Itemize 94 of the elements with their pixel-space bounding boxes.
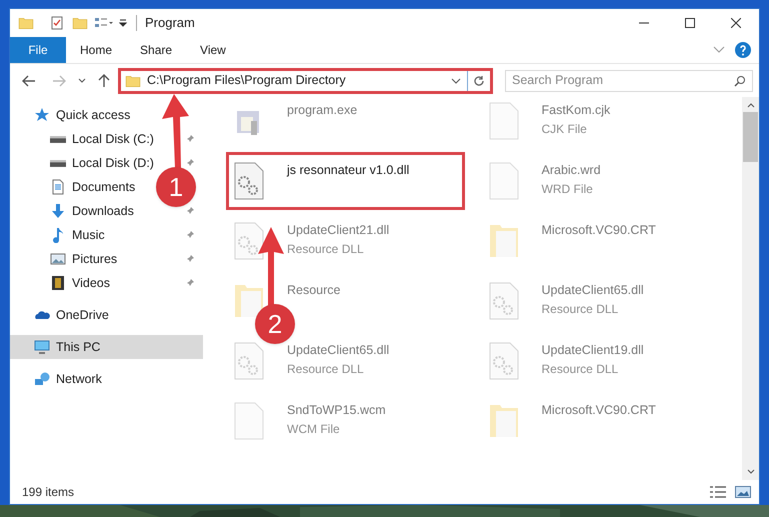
folder-icon xyxy=(72,15,88,31)
file-name: UpdateClient65.dll xyxy=(287,342,390,359)
gear-file-icon xyxy=(233,341,265,381)
file-type: WCM File xyxy=(287,420,341,438)
download-arrow-icon xyxy=(50,203,66,219)
sidebar-item[interactable]: Quick access xyxy=(34,103,130,127)
file-item[interactable]: Microsoft.VC90.CRT xyxy=(488,401,742,441)
file-item[interactable]: UpdateClient19.dll Resource DLL xyxy=(488,341,742,381)
pin-icon[interactable] xyxy=(185,206,195,216)
blank-file-icon xyxy=(488,161,520,201)
file-type: WRD File xyxy=(542,180,594,198)
file-name: Microsoft.VC90.CRT xyxy=(542,222,656,239)
large-icons-view-icon[interactable] xyxy=(735,485,751,499)
file-name: UpdateClient65.dll xyxy=(542,282,644,299)
sidebar-item[interactable]: Local Disk (D:) xyxy=(50,151,154,175)
file-name: js resonnateur v1.0.dll xyxy=(287,162,410,179)
file-type: Resource DLL xyxy=(287,360,365,378)
help-icon[interactable] xyxy=(735,42,751,58)
film-icon xyxy=(50,275,66,291)
gear-file-icon xyxy=(233,221,265,261)
window-title: Program xyxy=(145,14,195,32)
sidebar-item[interactable]: Videos xyxy=(50,271,110,295)
scroll-thumb[interactable] xyxy=(743,112,758,162)
drive-icon xyxy=(50,160,66,166)
search-input[interactable]: Search Program xyxy=(512,71,734,90)
maximize-icon xyxy=(685,18,695,28)
refresh-icon[interactable] xyxy=(473,74,485,86)
ribbon-tab[interactable]: File xyxy=(10,37,66,63)
file-type: Resource DLL xyxy=(287,240,365,258)
file-item[interactable]: Microsoft.VC90.CRT xyxy=(488,221,742,261)
file-item[interactable]: SndToWP15.wcm WCM File xyxy=(233,401,488,441)
file-item[interactable]: program.exe xyxy=(233,101,488,141)
back-arrow-icon[interactable] xyxy=(22,74,36,86)
scroll-up-icon[interactable] xyxy=(746,102,754,108)
expand-ribbon-icon[interactable] xyxy=(713,46,725,54)
file-item[interactable]: UpdateClient21.dll Resource DLL xyxy=(233,221,488,261)
file-type: CJK File xyxy=(542,120,588,138)
network-icon xyxy=(34,371,50,387)
recent-locations-caret-icon[interactable] xyxy=(78,78,86,84)
sidebar-item[interactable]: Local Disk (C:) xyxy=(50,127,154,151)
drive-icon xyxy=(50,136,66,142)
sidebar-item[interactable]: Pictures xyxy=(50,247,118,271)
blank-file-icon xyxy=(233,401,265,441)
gear-file-icon xyxy=(488,341,520,381)
gear-file-icon xyxy=(488,281,520,321)
view-options-icon[interactable] xyxy=(94,16,114,30)
file-item[interactable]: Arabic.wrd WRD File xyxy=(488,161,742,201)
pin-icon[interactable] xyxy=(185,230,195,240)
details-view-icon[interactable] xyxy=(709,485,727,499)
scroll-down-icon[interactable] xyxy=(746,469,754,475)
file-name: program.exe xyxy=(287,102,358,119)
scrollbar[interactable] xyxy=(742,97,759,480)
file-item[interactable]: FastKom.cjk CJK File xyxy=(488,101,742,141)
file-name: UpdateClient21.dll xyxy=(287,222,390,239)
ribbon-tab[interactable]: View xyxy=(186,37,240,63)
search-icon xyxy=(734,74,746,86)
blank-file-icon xyxy=(488,101,520,141)
pin-icon[interactable] xyxy=(185,158,195,168)
document-icon xyxy=(50,179,66,195)
file-name: FastKom.cjk xyxy=(542,102,610,119)
star-icon xyxy=(34,107,50,123)
file-item[interactable]: UpdateClient65.dll Resource DLL xyxy=(488,281,742,321)
sidebar-item[interactable]: OneDrive xyxy=(34,303,109,327)
address-bar[interactable]: C:\Program Files\Program Directory xyxy=(118,68,493,94)
sidebar-item[interactable]: Music xyxy=(50,223,105,247)
file-type: Resource DLL xyxy=(542,360,620,378)
item-count: 199 items xyxy=(22,484,74,501)
file-item[interactable]: js resonnateur v1.0.dll xyxy=(229,155,462,207)
file-name: Microsoft.VC90.CRT xyxy=(542,402,656,419)
gear-file-icon xyxy=(233,161,265,201)
file-item[interactable]: UpdateClient65.dll Resource DLL xyxy=(233,341,488,381)
file-name: UpdateClient19.dll xyxy=(542,342,644,359)
sidebar-item[interactable]: Downloads xyxy=(50,199,134,223)
file-type: Resource DLL xyxy=(542,300,620,318)
ribbon-tab[interactable]: Share xyxy=(126,37,186,63)
pin-icon[interactable] xyxy=(185,278,195,288)
pin-icon[interactable] xyxy=(185,254,195,264)
sidebar-item[interactable]: Documents xyxy=(50,175,136,199)
close-icon xyxy=(731,18,741,28)
search-field[interactable]: Search Program xyxy=(505,70,753,92)
picture-icon xyxy=(50,251,66,267)
properties-check-icon[interactable] xyxy=(50,16,64,30)
file-name: Arabic.wrd xyxy=(542,162,601,179)
folder-icon xyxy=(18,15,34,31)
up-arrow-icon[interactable] xyxy=(98,74,110,88)
file-name: Resource xyxy=(287,282,340,299)
pin-icon[interactable] xyxy=(185,134,195,144)
ribbon-tab[interactable]: Home xyxy=(66,37,126,63)
monitor-icon xyxy=(34,339,50,355)
file-name: SndToWP15.wcm xyxy=(287,402,386,419)
address-dropdown-caret-icon[interactable] xyxy=(451,78,461,84)
sidebar-item[interactable]: Network xyxy=(34,367,102,391)
address-path: C:\Program Files\Program Directory xyxy=(147,72,347,90)
dropdown-caret-icon[interactable] xyxy=(118,18,128,28)
